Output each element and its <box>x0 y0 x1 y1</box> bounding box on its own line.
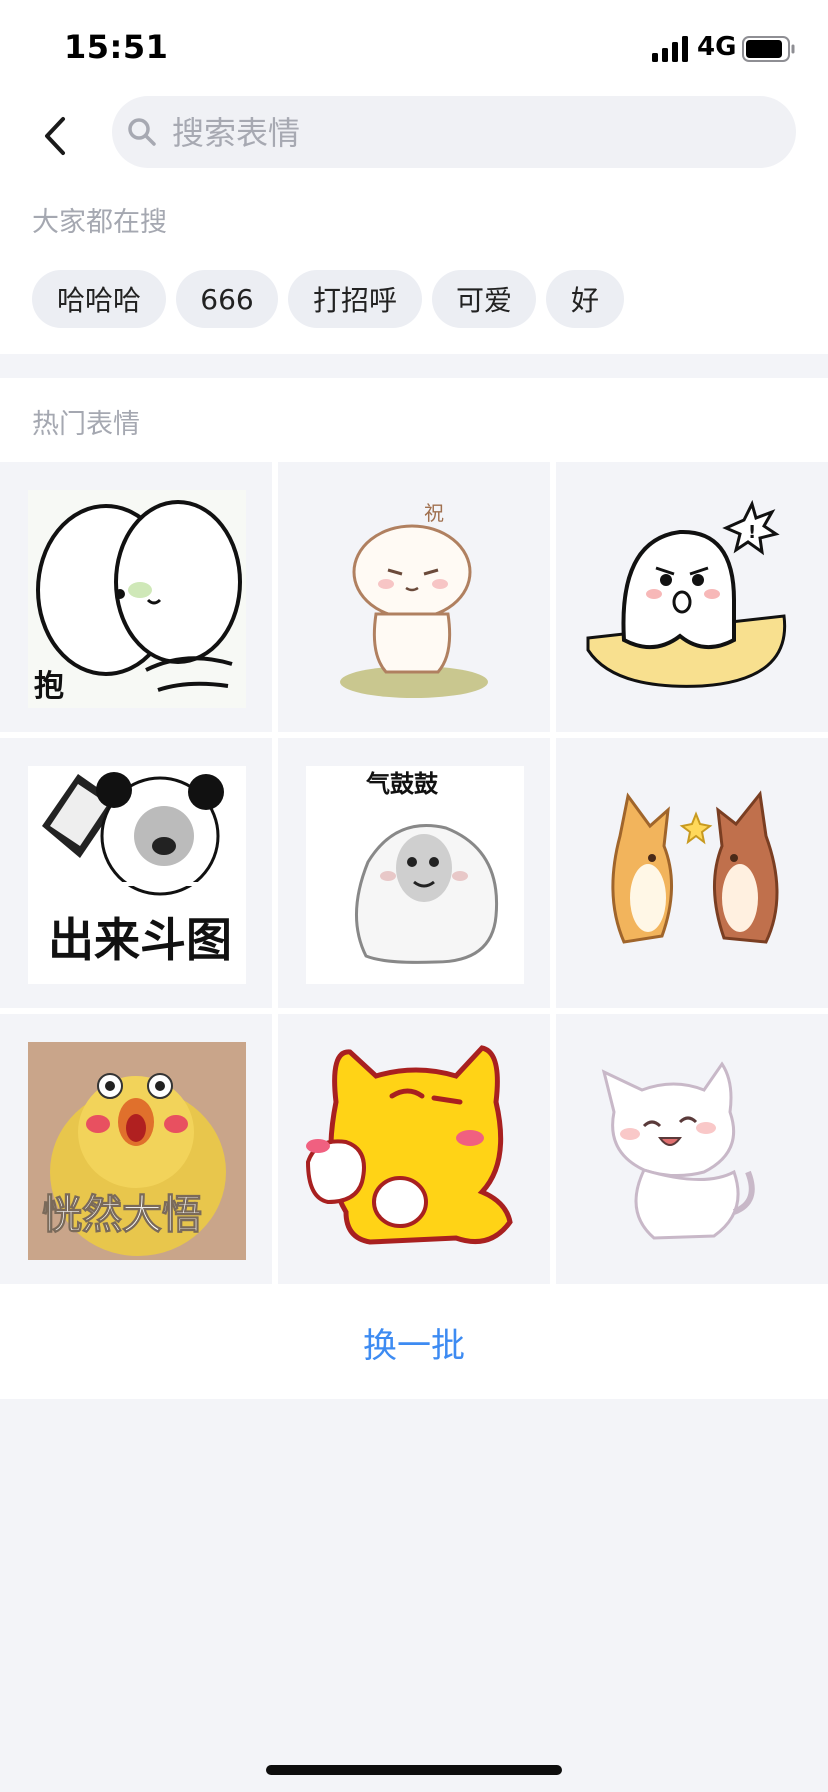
hot-title: 热门表情 <box>32 409 140 440</box>
tag-hahaha[interactable]: 哈哈哈 <box>32 270 166 328</box>
sticker-white-bear-image: 祝 <box>340 501 488 698</box>
sticker-hug-blob-image: 抱 <box>28 490 246 708</box>
status-time: 15:51 <box>64 28 169 66</box>
sticker-caption: 出来斗图 <box>48 913 232 967</box>
sticker-chick-image: 恍然大悟 <box>28 1042 246 1260</box>
sticker-caption: 抱 <box>34 669 64 704</box>
sticker-panda-puffed[interactable]: 气鼓鼓 <box>278 738 550 1008</box>
refresh-button[interactable]: 换一批 <box>363 1318 465 1367</box>
sticker-white-cat-happy[interactable] <box>556 1014 828 1284</box>
sticker-panda-knife[interactable]: 出来斗图 <box>0 738 272 1008</box>
tag-greeting[interactable]: 打招呼 <box>288 270 422 328</box>
sticker-chick-realization[interactable]: 恍然大悟 <box>0 1014 272 1284</box>
sticker-caption: 祝 <box>424 501 444 525</box>
network-label: 4G <box>697 32 737 62</box>
svg-text:!: ! <box>748 522 756 543</box>
sticker-caption: 恍然大悟 <box>42 1192 202 1238</box>
sticker-caption: 气鼓鼓 <box>365 770 439 798</box>
tag-good[interactable]: 好 <box>546 270 624 328</box>
tag-cute[interactable]: 可爱 <box>432 270 536 328</box>
sticker-corgis-highfive[interactable] <box>556 738 828 1008</box>
tag-666[interactable]: 666 <box>176 270 278 328</box>
sticker-corgis-image <box>611 790 779 944</box>
sticker-panda-puffed-image: 气鼓鼓 <box>306 766 524 984</box>
back-arrow-icon <box>45 117 65 155</box>
battery-icon <box>742 36 795 62</box>
sticker-hug-blob[interactable]: 抱 <box>0 462 272 732</box>
sticker-angry-ghost[interactable]: ! <box>556 462 828 732</box>
signal-icon <box>652 36 688 62</box>
sticker-yellow-cat-image <box>306 1045 513 1245</box>
back-button[interactable] <box>26 106 86 166</box>
sticker-yellow-cat[interactable] <box>278 1014 550 1284</box>
search-input[interactable] <box>170 96 774 170</box>
search-box[interactable] <box>112 96 796 170</box>
home-indicator[interactable] <box>266 1765 562 1775</box>
sticker-white-cat-image <box>601 1061 755 1240</box>
sticker-grid: 抱 祝 ! 出来斗图 气鼓鼓 恍然大悟 <box>0 462 828 1286</box>
search-icon <box>128 118 156 146</box>
sticker-white-bear-bless[interactable]: 祝 <box>278 462 550 732</box>
trending-title: 大家都在搜 <box>32 207 167 238</box>
search-header: 大家都在搜 哈哈哈 666 打招呼 可爱 好 <box>0 96 828 354</box>
hot-section-header: 热门表情 <box>0 378 828 462</box>
sticker-angry-ghost-image: ! <box>586 499 787 688</box>
sticker-panda-knife-image: 出来斗图 <box>28 766 246 984</box>
refresh-bar: 换一批 <box>0 1286 828 1399</box>
status-bar: 15:51 4G <box>0 0 828 96</box>
trending-tags: 哈哈哈 666 打招呼 可爱 好 <box>32 270 624 328</box>
